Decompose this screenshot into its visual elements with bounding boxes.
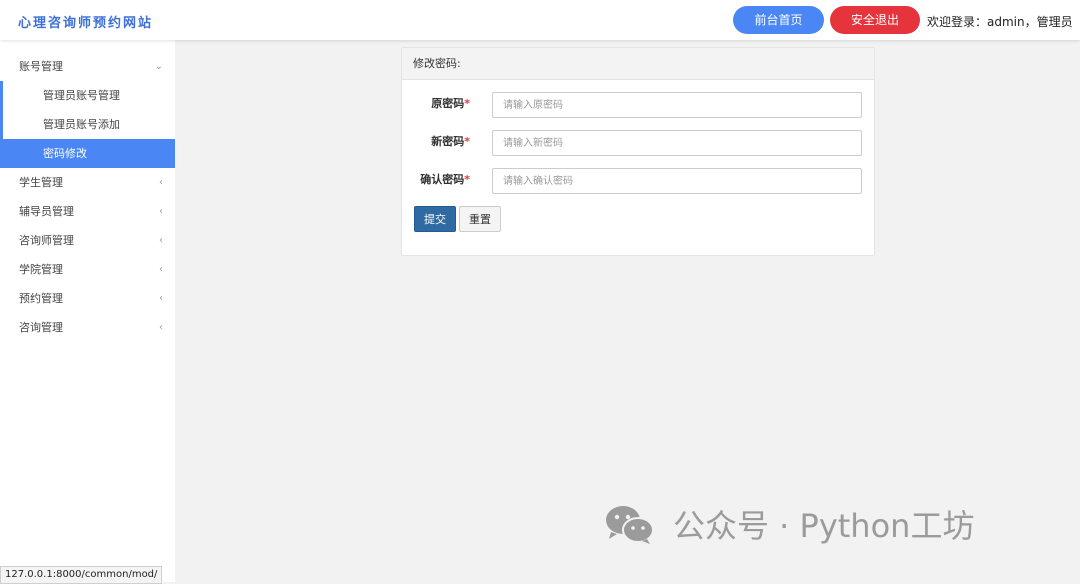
status-bar-url: 127.0.0.1:8000/common/mod/ — [0, 566, 163, 584]
site-brand[interactable]: 心理咨询师预约网站 — [18, 12, 153, 31]
submit-button[interactable]: 提交 — [414, 206, 456, 232]
panel-title: 修改密码: — [402, 48, 874, 80]
welcome-text: 欢迎登录：admin，管理员 — [927, 15, 1073, 29]
sidebar-item-appointment-management[interactable]: 预约管理 ‹ — [0, 284, 175, 313]
new-password-input[interactable] — [492, 130, 862, 156]
sidebar-item-label: 学院管理 — [19, 263, 63, 276]
required-mark: * — [464, 173, 470, 186]
sidebar-subitem-admin-account-add[interactable]: 管理员账号添加 — [0, 110, 175, 139]
sidebar-item-label: 学生管理 — [19, 176, 63, 189]
sidebar-item-student-management[interactable]: 学生管理 ‹ — [0, 168, 175, 197]
form-row-old-password: 原密码* — [402, 92, 874, 118]
frontend-home-button[interactable]: 前台首页 — [733, 6, 824, 34]
sidebar-item-label: 辅导员管理 — [19, 205, 74, 218]
top-navbar: 心理咨询师预约网站 前台首页 安全退出 欢迎登录：admin，管理员 — [0, 0, 1080, 40]
sidebar-item-consultation-management[interactable]: 咨询管理 ‹ — [0, 313, 175, 342]
sidebar-item-label: 账号管理 — [19, 60, 63, 73]
sidebar-item-college-management[interactable]: 学院管理 ‹ — [0, 255, 175, 284]
chevron-left-icon: ‹ — [159, 235, 163, 246]
form-row-new-password: 新密码* — [402, 130, 874, 156]
logout-button[interactable]: 安全退出 — [830, 6, 920, 34]
form-row-confirm-password: 确认密码* — [402, 168, 874, 194]
watermark-text: 公众号 · Python工坊 — [673, 507, 975, 545]
field-label: 原密码* — [431, 97, 470, 110]
sidebar-subitem-label: 管理员账号管理 — [43, 89, 120, 102]
sidebar-item-label: 咨询师管理 — [19, 234, 74, 247]
chevron-down-icon: ⌄ — [154, 61, 163, 72]
sidebar-item-account-management[interactable]: 账号管理 ⌄ — [0, 52, 175, 81]
wechat-watermark: 公众号 · Python工坊 — [603, 502, 974, 546]
chevron-left-icon: ‹ — [159, 264, 163, 275]
sidebar-item-label: 咨询管理 — [19, 321, 63, 334]
sidebar-item-label: 预约管理 — [19, 292, 63, 305]
chevron-left-icon: ‹ — [159, 322, 163, 333]
wechat-icon — [606, 506, 654, 544]
sidebar-item-counselor-management[interactable]: 辅导员管理 ‹ — [0, 197, 175, 226]
sidebar-subitem-label: 密码修改 — [43, 147, 87, 160]
sidebar-subitem-label: 管理员账号添加 — [43, 118, 120, 131]
confirm-password-input[interactable] — [492, 168, 862, 194]
field-label: 新密码* — [431, 135, 470, 148]
sidebar: 账号管理 ⌄ 管理员账号管理 管理员账号添加 密码修改 学生管理 ‹ 辅导员管理… — [0, 40, 175, 582]
change-password-panel: 修改密码: 原密码* 新密码* 确认密码* 提交 重置 — [401, 47, 875, 256]
reset-button[interactable]: 重置 — [459, 206, 501, 232]
chevron-left-icon: ‹ — [159, 206, 163, 217]
sidebar-subitem-password-change[interactable]: 密码修改 — [0, 139, 175, 168]
required-mark: * — [464, 135, 470, 148]
old-password-input[interactable] — [492, 92, 862, 118]
sidebar-item-consultant-management[interactable]: 咨询师管理 ‹ — [0, 226, 175, 255]
chevron-left-icon: ‹ — [159, 177, 163, 188]
required-mark: * — [464, 97, 470, 110]
sidebar-subitem-admin-account-management[interactable]: 管理员账号管理 — [0, 81, 175, 110]
chevron-left-icon: ‹ — [159, 293, 163, 304]
field-label: 确认密码* — [420, 173, 470, 186]
